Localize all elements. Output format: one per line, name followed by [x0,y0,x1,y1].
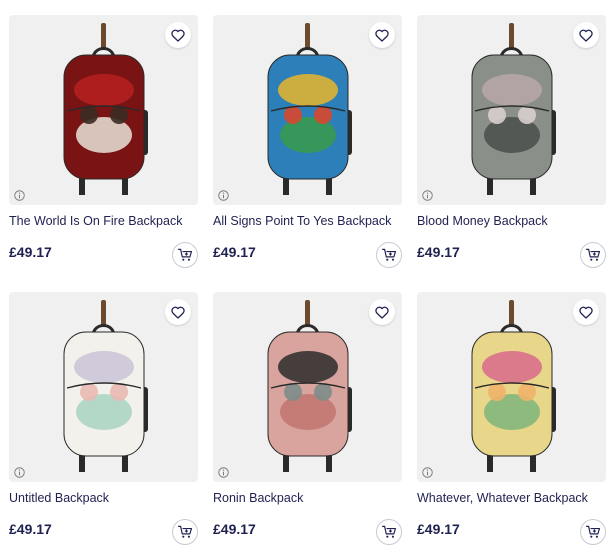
product-image[interactable] [213,15,402,205]
info-icon[interactable] [422,467,433,478]
info-icon[interactable] [218,190,229,201]
info-icon[interactable] [14,190,25,201]
product-price: £49.17 [213,244,256,260]
add-to-cart-button[interactable] [376,242,402,268]
product-card[interactable]: Blood Money Backpack £49.17 [417,15,606,277]
favorite-button[interactable] [369,299,395,325]
info-icon[interactable] [14,467,25,478]
product-title[interactable]: Whatever, Whatever Backpack [417,491,606,505]
add-to-cart-button[interactable] [580,519,606,545]
add-to-cart-button[interactable] [580,242,606,268]
product-title[interactable]: Blood Money Backpack [417,214,606,228]
add-to-cart-icon [381,525,396,538]
favorite-button[interactable] [573,299,599,325]
product-card[interactable]: Whatever, Whatever Backpack £49.17 [417,292,606,554]
product-title[interactable]: The World Is On Fire Backpack [9,214,198,228]
add-to-cart-button[interactable] [172,242,198,268]
product-price: £49.17 [213,521,256,537]
favorite-button[interactable] [165,22,191,48]
product-image[interactable] [417,292,606,482]
product-image[interactable] [9,292,198,482]
add-to-cart-button[interactable] [172,519,198,545]
favorite-button[interactable] [573,22,599,48]
product-image[interactable] [213,292,402,482]
product-card[interactable]: Ronin Backpack £49.17 [213,292,402,554]
info-icon[interactable] [218,467,229,478]
product-price: £49.17 [9,244,52,260]
add-to-cart-icon [585,248,600,261]
favorite-button[interactable] [369,22,395,48]
product-image[interactable] [9,15,198,205]
heart-icon [171,306,185,319]
product-title[interactable]: Untitled Backpack [9,491,198,505]
product-grid: The World Is On Fire Backpack £49.17 All… [0,0,615,559]
add-to-cart-icon [381,248,396,261]
product-card[interactable]: The World Is On Fire Backpack £49.17 [9,15,198,277]
add-to-cart-icon [177,525,192,538]
heart-icon [171,29,185,42]
product-price: £49.17 [417,244,460,260]
favorite-button[interactable] [165,299,191,325]
add-to-cart-icon [585,525,600,538]
add-to-cart-icon [177,248,192,261]
product-title[interactable]: All Signs Point To Yes Backpack [213,214,402,228]
heart-icon [375,29,389,42]
product-image[interactable] [417,15,606,205]
heart-icon [375,306,389,319]
add-to-cart-button[interactable] [376,519,402,545]
product-title[interactable]: Ronin Backpack [213,491,402,505]
product-card[interactable]: All Signs Point To Yes Backpack £49.17 [213,15,402,277]
heart-icon [579,29,593,42]
info-icon[interactable] [422,190,433,201]
heart-icon [579,306,593,319]
product-price: £49.17 [417,521,460,537]
product-card[interactable]: Untitled Backpack £49.17 [9,292,198,554]
product-price: £49.17 [9,521,52,537]
